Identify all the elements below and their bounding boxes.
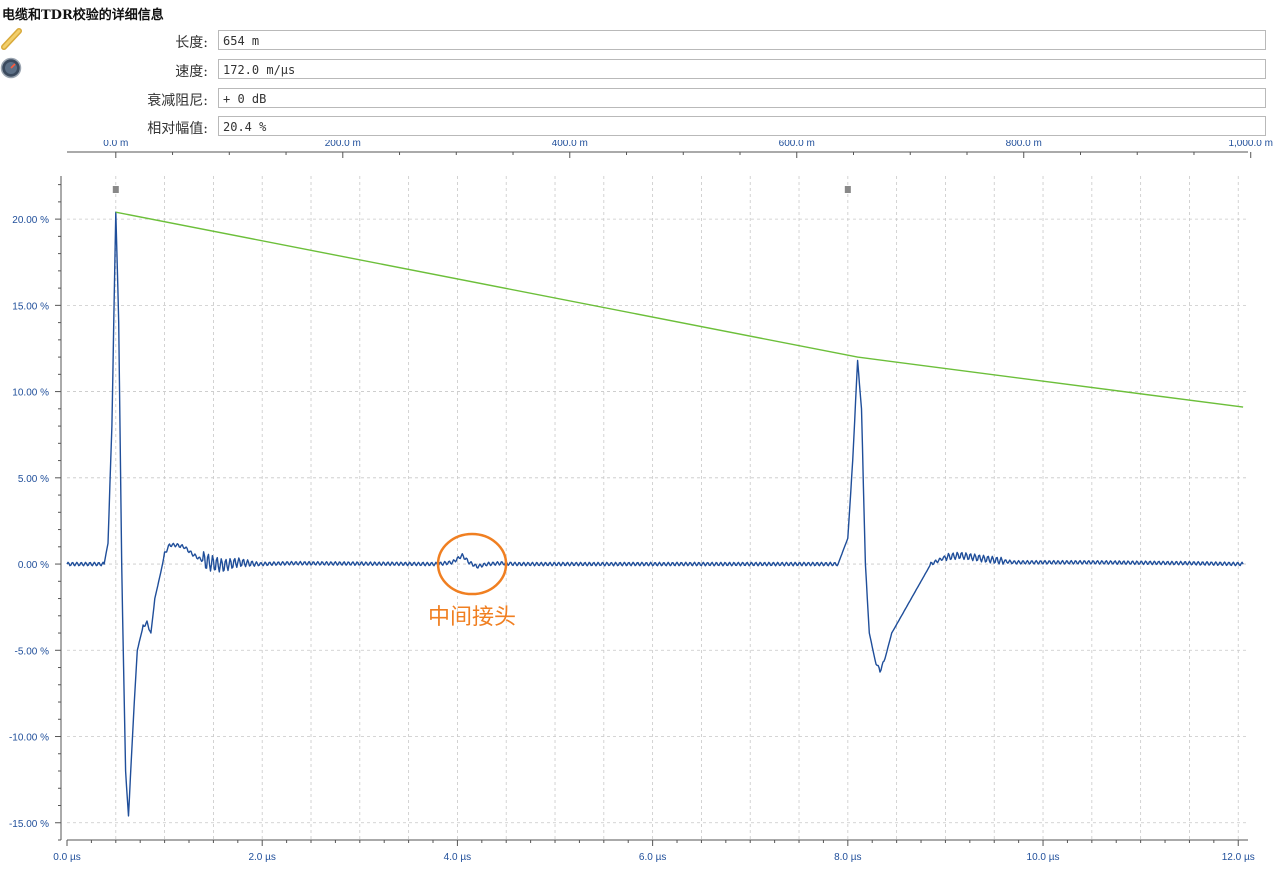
length-row: 长度: 654 m: [0, 30, 1270, 52]
relative-amplitude-row: 相对幅值: 20.4 %: [0, 116, 1270, 138]
page-title: 电缆和TDR校验的详细信息: [2, 8, 164, 23]
x-tick-label-bottom: 10.0 µs: [1027, 852, 1060, 863]
y-tick-label: -5.00 %: [15, 646, 50, 657]
attenuation-line: [115, 211, 1244, 408]
relative-amplitude-field[interactable]: 20.4 %: [218, 116, 1266, 136]
waveform-line: [66, 211, 1244, 817]
chart-annotations: 中间接头: [428, 532, 516, 630]
x-tick-label-bottom: 2.0 µs: [248, 852, 275, 863]
y-tick-label: 15.00 %: [12, 301, 49, 312]
y-tick-label: -15.00 %: [9, 819, 49, 830]
x-tick-label-top: 200.0 m: [325, 140, 361, 149]
annotation-label: 中间接头: [428, 605, 516, 630]
x-tick-label-top: 0.0 m: [103, 140, 128, 149]
velocity-field[interactable]: 172.0 m/µs: [218, 59, 1266, 79]
x-tick-label-bottom: 0.0 µs: [53, 852, 80, 863]
y-tick-label: 0.00 %: [18, 560, 49, 571]
attenuation-label: 衰减阻尼:: [147, 93, 208, 109]
y-tick-label: -10.00 %: [9, 733, 49, 744]
x-tick-label-top: 600.0 m: [779, 140, 815, 149]
x-tick-label-bottom: 8.0 µs: [834, 852, 861, 863]
relative-amplitude-label: 相对幅值:: [147, 121, 208, 137]
x-tick-label-bottom: 12.0 µs: [1222, 852, 1255, 863]
y-tick-label: 5.00 %: [18, 474, 49, 485]
y-tick-label: 10.00 %: [12, 388, 49, 399]
chart-axes: 0.0 µs 2.0 µs 4.0 µs 6.0 µs 8.0 µs 10.0 µs 12.…: [9, 140, 1273, 863]
attenuation-field[interactable]: + 0 dB: [218, 88, 1266, 108]
x-tick-label-top: 1,000.0 m: [1228, 140, 1272, 149]
length-field[interactable]: 654 m: [218, 30, 1266, 50]
y-tick-label: 20.00 %: [12, 215, 49, 226]
velocity-row: 速度: 172.0 m/µs: [0, 59, 1270, 81]
cursor-marker: [112, 186, 119, 193]
x-tick-label-bottom: 4.0 µs: [444, 852, 471, 863]
attenuation-row: 衰减阻尼: + 0 dB: [0, 88, 1270, 110]
x-tick-label-top: 400.0 m: [552, 140, 588, 149]
tdr-chart[interactable]: 0.0 µs 2.0 µs 4.0 µs 6.0 µs 8.0 µs 10.0 µs 12.…: [0, 140, 1280, 873]
x-tick-label-bottom: 6.0 µs: [639, 852, 666, 863]
velocity-label: 速度:: [175, 64, 208, 80]
x-tick-label-top: 800.0 m: [1006, 140, 1042, 149]
chart-grid: [67, 176, 1248, 840]
cursor-marker: [844, 186, 851, 193]
chart-series: [66, 211, 1244, 817]
length-label: 长度:: [175, 35, 208, 51]
